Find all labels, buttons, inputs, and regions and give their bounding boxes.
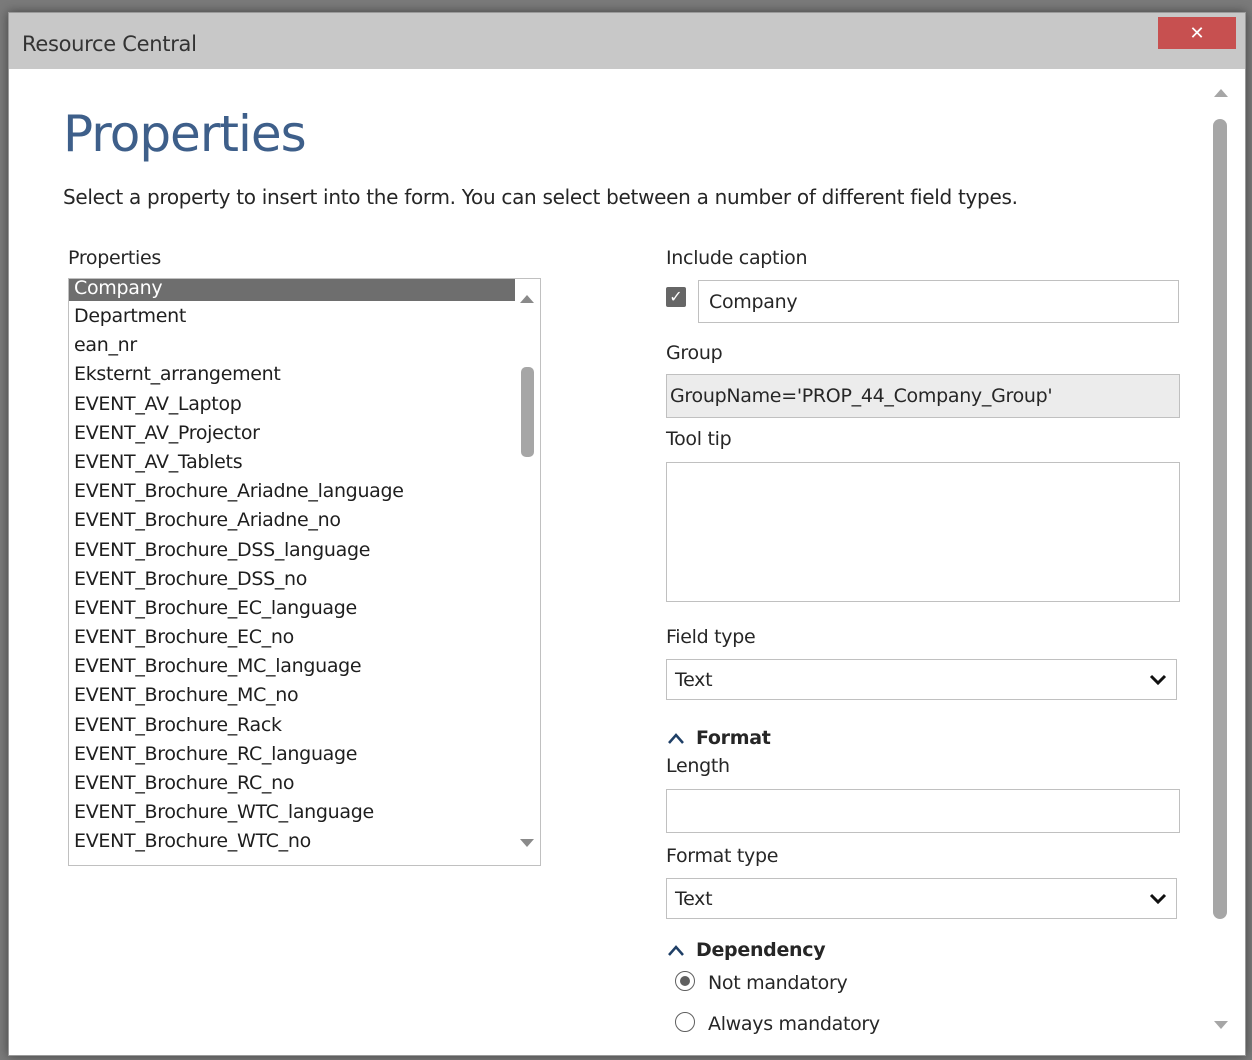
format-section-title: Format [696,727,771,749]
include-caption-checkbox[interactable]: ✓ [666,287,686,307]
properties-list-label: Properties [68,247,162,269]
window-title: Resource Central [22,32,197,56]
close-button[interactable]: ✕ [1158,17,1236,49]
list-item[interactable]: EVENT_Brochure_WTC_language [69,799,515,828]
format-type-label: Format type [666,845,779,867]
title-bar: Resource Central ✕ [9,13,1245,69]
list-item[interactable]: EVENT_Brochure_MC_no [69,682,515,711]
field-type-select[interactable]: Text [666,659,1177,700]
chevron-down-icon [1149,674,1167,686]
not-mandatory-label: Not mandatory [708,972,848,994]
list-item[interactable]: EVENT_Brochure_RC_language [69,741,515,770]
close-icon: ✕ [1189,22,1205,44]
scrollbar-thumb[interactable] [1213,119,1227,919]
not-mandatory-radio[interactable] [675,971,695,991]
scroll-up-arrow-icon[interactable] [1214,89,1228,97]
list-item[interactable]: EVENT_Brochure_Rack [69,712,515,741]
list-item[interactable]: EVENT_AV_Tablets [69,449,515,478]
list-item[interactable]: EVENT_Brochure_Ariadne_no [69,507,515,536]
dialog-scrollbar[interactable] [1209,81,1231,1051]
always-mandatory-radio[interactable] [675,1012,695,1032]
list-item[interactable]: EVENT_Brochure_EC_language [69,595,515,624]
chevron-down-icon [1149,893,1167,905]
list-item[interactable]: EVENT_AV_Projector [69,420,515,449]
list-item[interactable]: EVENT_Brochure_DSS_no [69,566,515,595]
resource-central-window: Resource Central ✕ Properties Select a p… [8,12,1246,1056]
tool-tip-textarea[interactable] [666,462,1180,602]
list-item[interactable]: ean_nr [69,332,515,361]
include-caption-label: Include caption [666,247,808,269]
chevron-up-icon [668,733,684,744]
group-field: GroupName='PROP_44_Company_Group' [666,374,1180,418]
list-item[interactable]: EVENT_Brochure_MC_language [69,653,515,682]
dialog-content: Properties Select a property to insert i… [9,69,1245,1055]
list-item[interactable]: Company [69,279,515,301]
properties-list-items: Company Department ean_nr Eksternt_arrangem… [69,279,515,858]
page-title: Properties [63,105,307,163]
format-type-select[interactable]: Text [666,878,1177,919]
field-type-label: Field type [666,626,756,648]
properties-list-scrollbar[interactable] [515,279,539,865]
scroll-up-arrow-icon[interactable] [520,295,534,303]
page-description: Select a property to insert into the for… [63,185,1018,209]
list-item[interactable]: EVENT_Brochure_WTC_no [69,828,515,857]
check-icon: ✓ [669,287,683,306]
format-type-value: Text [675,887,713,910]
tool-tip-label: Tool tip [666,428,732,450]
caption-input[interactable]: Company [698,280,1179,323]
scroll-down-arrow-icon[interactable] [1214,1021,1228,1029]
field-type-value: Text [675,668,713,691]
dependency-section-title: Dependency [696,939,826,961]
list-item[interactable]: EVENT_Brochure_Ariadne_language [69,478,515,507]
scroll-down-arrow-icon[interactable] [520,839,534,847]
list-item[interactable]: EVENT_Brochure_RC_no [69,770,515,799]
list-item[interactable]: EVENT_Brochure_EC_no [69,624,515,653]
list-item[interactable]: Department [69,303,515,332]
length-label: Length [666,755,730,777]
group-label: Group [666,342,723,364]
scrollbar-thumb[interactable] [521,367,534,457]
list-item[interactable]: Eksternt_arrangement [69,361,515,390]
length-input[interactable] [666,789,1180,833]
list-item[interactable]: EVENT_AV_Laptop [69,391,515,420]
always-mandatory-label: Always mandatory [708,1013,880,1035]
chevron-up-icon [668,945,684,956]
properties-listbox[interactable]: Company Department ean_nr Eksternt_arrangem… [68,278,541,866]
list-item[interactable]: EVENT_Brochure_DSS_language [69,537,515,566]
